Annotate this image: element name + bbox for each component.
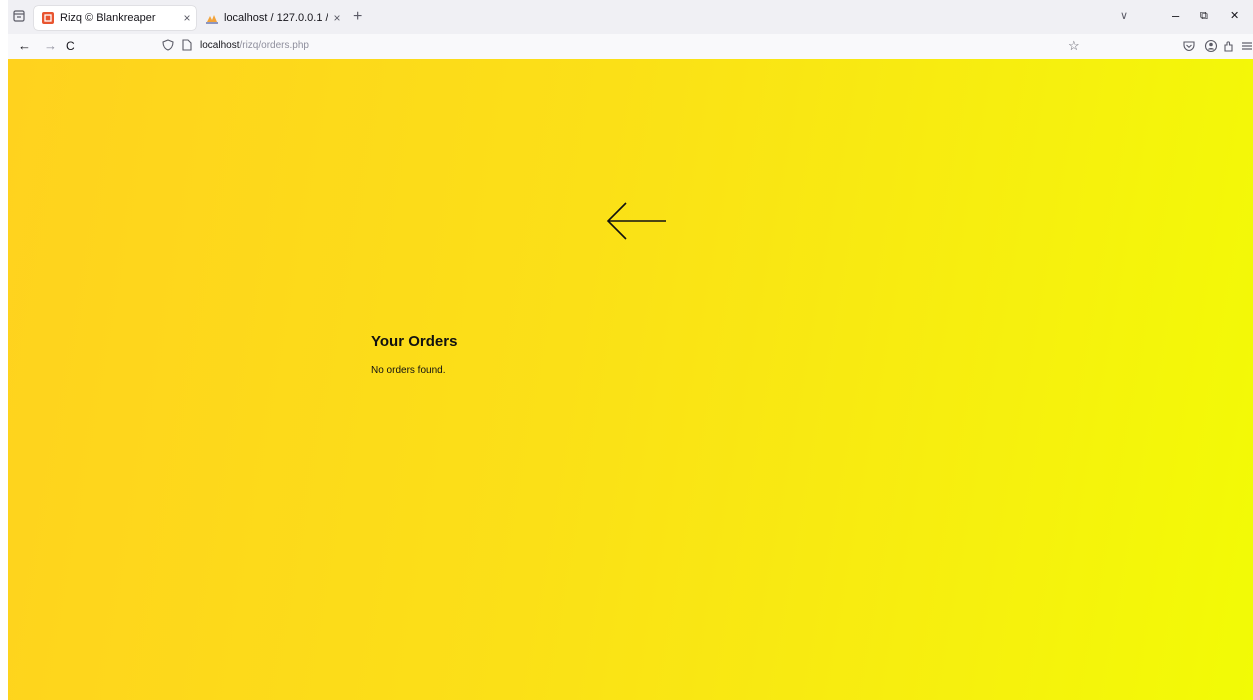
tab-close-button[interactable]: × (178, 11, 196, 25)
new-tab-button[interactable]: + (353, 8, 362, 26)
account-icon[interactable] (1204, 39, 1218, 53)
url-host: localhost (200, 40, 240, 51)
bookmark-star-icon[interactable]: ☆ (1068, 38, 1080, 54)
rizq-favicon-icon (42, 12, 54, 24)
tab-rizq[interactable]: Rizq © Blankreaper × (34, 6, 196, 30)
tab-title: Rizq © Blankreaper (60, 12, 156, 24)
url-path: /rizq/orders.php (239, 40, 309, 51)
tab-close-button[interactable]: × (328, 11, 346, 25)
page-info-icon[interactable] (182, 39, 192, 51)
url-text[interactable]: localhost/rizq/orders.php (200, 39, 309, 53)
tab-title: localhost / 127.0.0.1 / rizq / ord (224, 12, 328, 24)
restore-button[interactable]: ⧉ (1200, 7, 1208, 25)
list-all-tabs-button[interactable]: ∨ (1120, 9, 1128, 22)
forward-button[interactable]: → (44, 38, 57, 54)
tab-phpmyadmin[interactable]: localhost / 127.0.0.1 / rizq / ord × (198, 6, 346, 30)
pocket-icon[interactable] (1182, 39, 1196, 53)
back-arrow-icon[interactable] (604, 201, 668, 241)
tracking-shield-icon[interactable] (162, 39, 174, 51)
navigation-toolbar: ← → C localhost/rizq/orders.php ☆ (8, 34, 1253, 60)
tab-strip: Rizq © Blankreaper × localhost / 127.0.0… (8, 0, 1253, 34)
reload-button[interactable]: C (66, 38, 75, 54)
orders-heading: Your Orders (371, 333, 458, 350)
phpmyadmin-favicon-icon (206, 15, 218, 24)
minimize-button[interactable]: – (1172, 7, 1179, 25)
url-bar[interactable]: localhost/rizq/orders.php ☆ (158, 36, 1090, 56)
back-button[interactable]: ← (18, 38, 31, 54)
page-content: Your Orders No orders found. (8, 59, 1253, 700)
close-window-button[interactable]: ✕ (1230, 7, 1239, 25)
firefox-view-icon[interactable] (12, 9, 26, 23)
menu-icon[interactable] (1240, 39, 1253, 53)
extensions-icon[interactable] (1222, 39, 1236, 53)
no-orders-message: No orders found. (371, 365, 446, 376)
window-frame (0, 0, 8, 700)
